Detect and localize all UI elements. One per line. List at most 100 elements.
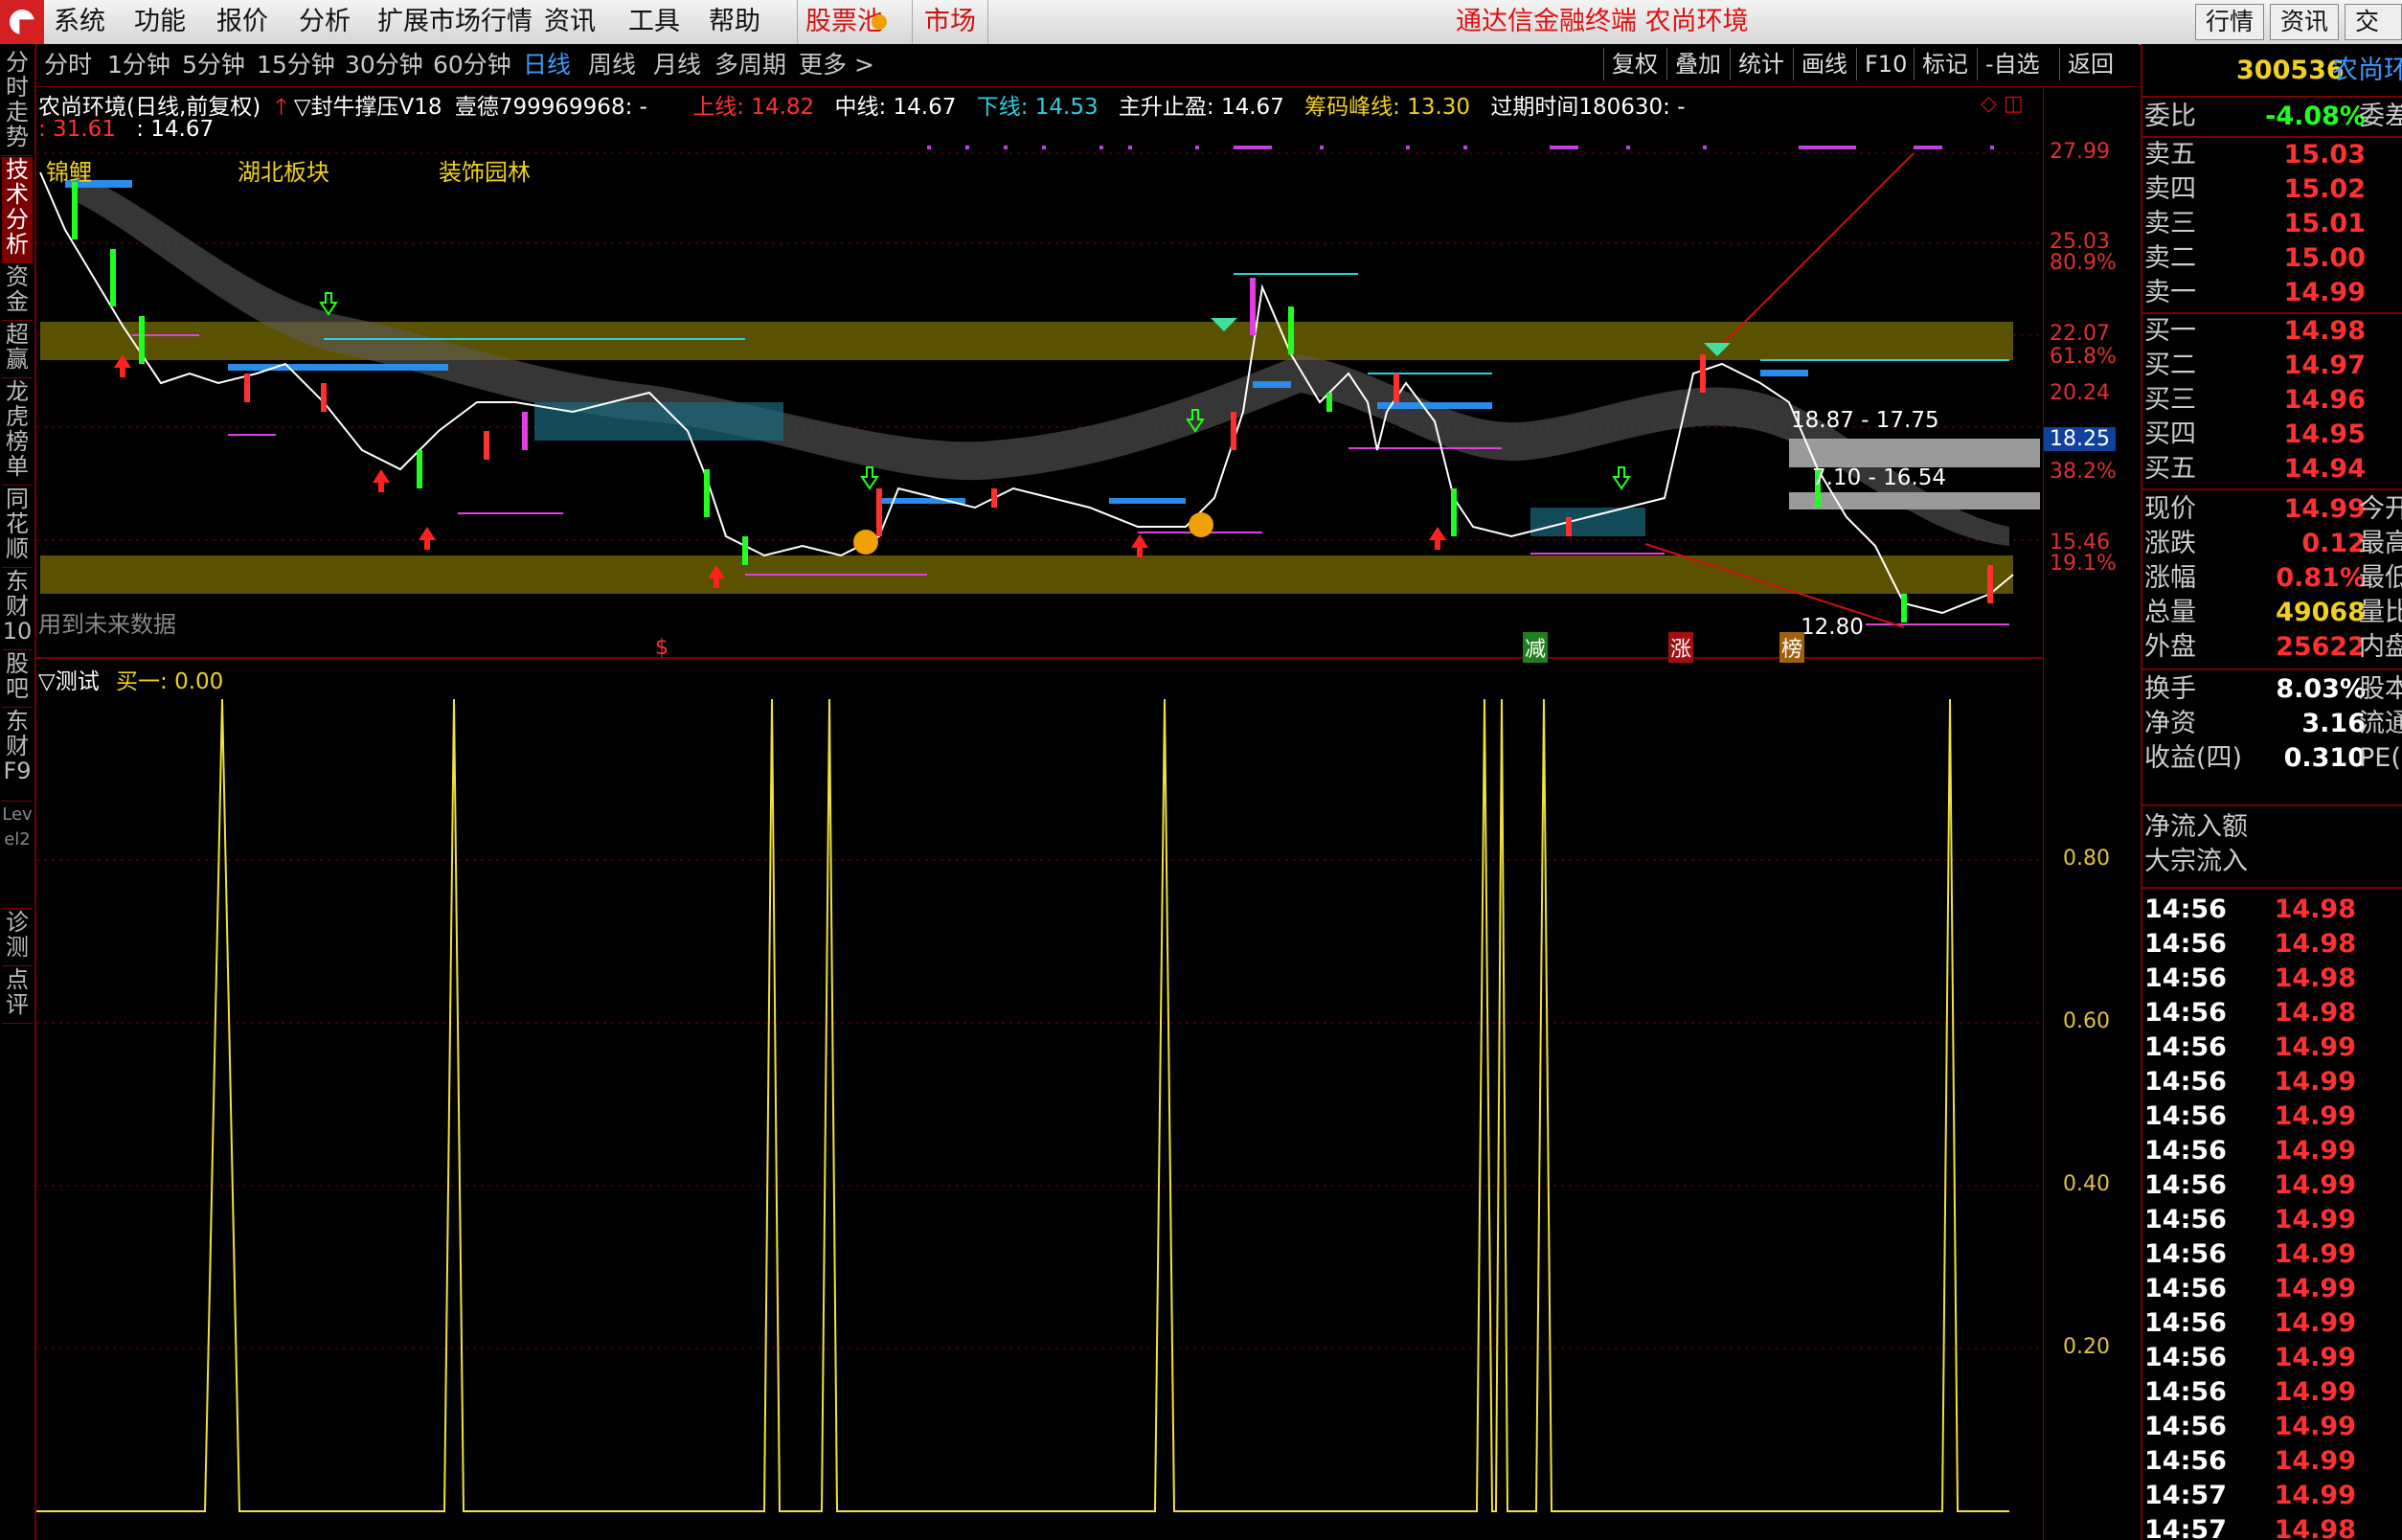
ask-price[interactable]: 15.00	[2284, 241, 2366, 276]
tick-price: 14.99	[2274, 1067, 2356, 1097]
up-arrow-icon: 🡑	[275, 95, 287, 120]
period-5min[interactable]: 5分钟	[182, 44, 245, 86]
tick-price: 14.99	[2274, 1412, 2356, 1441]
back-button[interactable]: 返回	[2059, 48, 2121, 80]
tick-price: 14.99	[2274, 1308, 2356, 1338]
axis-tick: 19.1%	[2050, 552, 2117, 576]
mark-button[interactable]: 标记	[1914, 48, 1976, 80]
tick-row: 14:56 14.99	[2142, 1134, 2402, 1168]
tick-time: 14:56	[2144, 1136, 2227, 1166]
indicator-name[interactable]: ▽封牛撑压V18	[294, 95, 442, 120]
tab-funds[interactable]: 资金	[2, 264, 33, 321]
net-inflow-label: 净流入额	[2144, 812, 2248, 842]
period-30min[interactable]: 30分钟	[345, 44, 423, 86]
tick-row: 14:56 14.99	[2142, 1237, 2402, 1272]
bid-price[interactable]: 14.97	[2284, 349, 2366, 383]
diamond-icon[interactable]: ◇ ◫	[1981, 92, 2024, 116]
period-1min[interactable]: 1分钟	[107, 44, 170, 86]
tab-dragon-tiger[interactable]: 龙虎榜单	[2, 379, 33, 486]
trade-button[interactable]: 交易	[2345, 4, 2402, 70]
tab-guba[interactable]: 股吧	[2, 651, 33, 708]
period-daily[interactable]: 日线	[523, 44, 571, 86]
tick-row: 14:56 14.99	[2142, 1375, 2402, 1410]
stat-label: 涨幅	[2144, 563, 2196, 593]
tab-level2[interactable]: Level2	[2, 803, 33, 909]
overlay-button[interactable]: 叠加	[1666, 48, 1729, 80]
f10-button[interactable]: F10	[1856, 48, 1915, 80]
menu-news[interactable]: 资讯	[544, 0, 596, 44]
tab-review[interactable]: 点评	[2, 967, 33, 1024]
tick-time: 14:56	[2144, 895, 2227, 924]
stat-extra-label: 最高	[2359, 529, 2402, 558]
quotes-button[interactable]: 行情	[2195, 4, 2265, 40]
stat-extra-label: 量比	[2359, 598, 2402, 627]
middle-line-value: 中线: 14.67	[834, 95, 957, 120]
statistics-button[interactable]: 统计	[1730, 48, 1792, 80]
menu-function[interactable]: 功能	[134, 0, 186, 44]
menu-system[interactable]: 系统	[54, 0, 105, 44]
window-title: 通达信金融终端 农尚环境	[1456, 7, 1749, 36]
ask-price[interactable]: 15.01	[2284, 207, 2366, 241]
indicator-chart[interactable]: ▽测试 买一: 0.00	[36, 661, 2043, 1540]
upper-line-value: 上线: 14.82	[692, 95, 815, 120]
close-value: : 14.67	[136, 117, 215, 142]
tick-price: 14.99	[2274, 1170, 2356, 1200]
sub-axis-tick: 0.60	[2063, 1009, 2110, 1033]
tab-tonghuashun[interactable]: 同花顺	[2, 487, 33, 568]
period-monthly[interactable]: 月线	[653, 44, 701, 86]
stop-profit-value: 主升止盈: 14.67	[1118, 95, 1284, 120]
tab-technical-analysis[interactable]: 技术分析	[2, 157, 33, 263]
bid-price[interactable]: 14.96	[2284, 383, 2366, 418]
menu-extended-market[interactable]: 扩展市场行情	[377, 0, 533, 44]
tick-price: 14.99	[2274, 1481, 2356, 1510]
tick-row: 14:56 14.99	[2142, 1168, 2402, 1203]
ask-price[interactable]: 15.02	[2284, 172, 2366, 207]
axis-tick: 61.8%	[2050, 345, 2117, 369]
stat-label: 现价	[2144, 494, 2196, 524]
period-toolbar: 分时 1分钟 5分钟 15分钟 30分钟 60分钟 日线 周线 月线 多周期 更…	[36, 44, 2139, 87]
period-more[interactable]: 更多 >	[799, 44, 874, 86]
tick-row: 14:56 14.99	[2142, 1341, 2402, 1375]
tick-price: 14.98	[2274, 1515, 2356, 1540]
ask-price[interactable]: 15.03	[2284, 138, 2366, 172]
tab-diagnosis[interactable]: 诊测	[2, 910, 33, 966]
bid-price[interactable]: 14.98	[2284, 314, 2366, 349]
tick-row: 14:57 14.98	[2142, 1513, 2402, 1540]
menu-stock-pool[interactable]: 股票池	[797, 0, 883, 44]
menu-quotes[interactable]: 报价	[216, 0, 268, 44]
bid-label: 买五	[2144, 454, 2196, 484]
ask-price[interactable]: 14.99	[2284, 276, 2366, 310]
tick-price: 14.99	[2274, 1377, 2356, 1407]
sub-indicator-title[interactable]: ▽测试	[38, 669, 100, 694]
draw-line-button[interactable]: 画线	[1793, 48, 1855, 80]
tab-intraday[interactable]: 分时走势	[2, 50, 33, 156]
period-60min[interactable]: 60分钟	[433, 44, 511, 86]
lower-line-value: 下线: 14.53	[976, 95, 1099, 120]
tick-time: 14:56	[2144, 929, 2227, 959]
period-15min[interactable]: 15分钟	[257, 44, 335, 86]
menu-analysis[interactable]: 分析	[299, 0, 351, 44]
sub-indicator-value: 买一: 0.00	[116, 669, 224, 694]
bid-price[interactable]: 14.95	[2284, 418, 2366, 452]
period-multi[interactable]: 多周期	[714, 44, 786, 86]
period-intraday[interactable]: 分时	[44, 44, 92, 86]
tab-eastmoney-f9[interactable]: 东财F9	[2, 709, 33, 802]
range-label-a: 18.87 - 17.75	[1791, 408, 1939, 433]
menu-tools[interactable]: 工具	[628, 0, 680, 44]
period-weekly[interactable]: 周线	[588, 44, 636, 86]
kline-chart[interactable]: 农尚环境(日线,前复权) 🡑 ▽封牛撑压V18 壹德799969968: - 上…	[36, 86, 2043, 663]
menu-help[interactable]: 帮助	[709, 0, 760, 44]
stat2-extra-label: 股本	[2359, 674, 2402, 704]
tab-super-win[interactable]: 超赢	[2, 322, 33, 378]
add-favorite-button[interactable]: -自选	[1977, 48, 2048, 80]
tick-row: 14:56 14.98	[2142, 927, 2402, 962]
bid-price[interactable]: 14.94	[2284, 452, 2366, 487]
stat2-value: 8.03%	[2276, 674, 2366, 704]
stat2-label: 净资	[2144, 709, 2196, 738]
news-button[interactable]: 资讯	[2270, 4, 2340, 40]
menu-market[interactable]: 市场	[912, 0, 988, 44]
bid-label: 买四	[2144, 419, 2196, 449]
restore-rights-button[interactable]: 复权	[1603, 48, 1666, 80]
stock-name: 农尚环	[2332, 56, 2402, 85]
tab-eastmoney-10[interactable]: 东财10	[2, 569, 33, 650]
